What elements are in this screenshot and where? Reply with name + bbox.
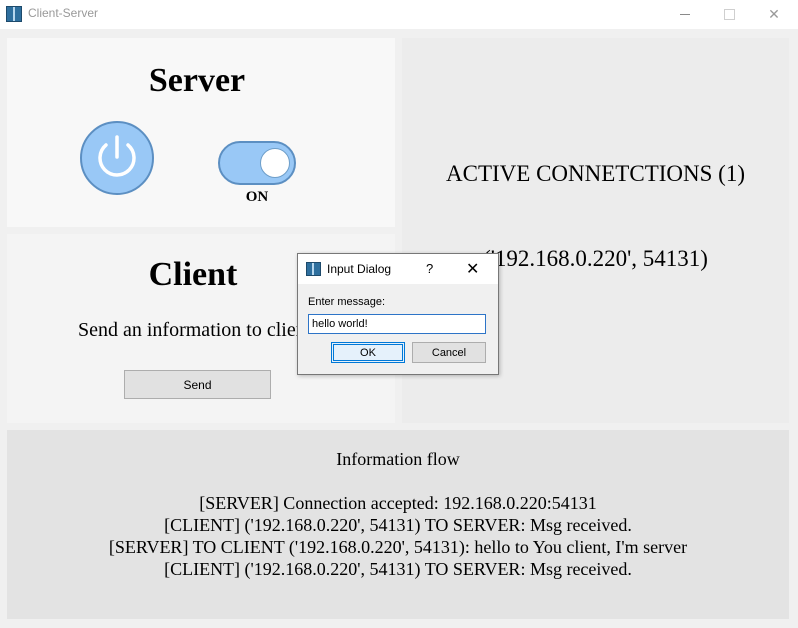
window-titlebar: Client-Server ✕ — [0, 0, 798, 29]
close-icon: ✕ — [466, 261, 480, 278]
dialog-title: Input Dialog — [327, 262, 392, 276]
close-button[interactable]: ✕ — [751, 0, 797, 29]
server-heading: Server — [148, 62, 246, 99]
log-line: [SERVER] Connection accepted: 192.168.0.… — [199, 493, 597, 513]
dialog-titlebar: Input Dialog ? ✕ — [298, 254, 498, 284]
help-button[interactable]: ? — [426, 261, 433, 276]
toggle-knob — [260, 148, 290, 178]
power-icon — [98, 135, 136, 177]
client-description: Send an information to client — [78, 319, 312, 341]
input-dialog: Input Dialog ? ✕ Enter message: OK Cance… — [297, 253, 499, 375]
maximize-button[interactable] — [706, 0, 752, 29]
server-toggle-switch[interactable] — [218, 141, 296, 185]
minimize-icon — [680, 14, 690, 15]
information-flow-log: [SERVER] Connection accepted: 192.168.0.… — [7, 492, 789, 580]
toggle-state-label: ON — [245, 189, 269, 205]
power-button[interactable] — [80, 121, 154, 195]
server-panel: Server ON — [7, 38, 395, 227]
app-window-icon — [6, 6, 22, 22]
dialog-prompt-label: Enter message: — [308, 296, 386, 308]
window-title: Client-Server — [28, 6, 99, 20]
dialog-window-icon — [306, 262, 321, 276]
maximize-icon — [723, 9, 735, 20]
minimize-button[interactable] — [662, 0, 708, 29]
dialog-close-button[interactable]: ✕ — [466, 259, 479, 279]
connections-heading: ACTIVE CONNETCTIONS (1) — [446, 161, 745, 186]
cancel-button[interactable]: Cancel — [412, 342, 486, 363]
message-input[interactable] — [308, 314, 486, 334]
close-icon: ✕ — [768, 6, 780, 22]
information-flow-panel: Information flow [SERVER] Connection acc… — [7, 430, 789, 619]
log-line: [CLIENT] ('192.168.0.220', 54131) TO SER… — [164, 515, 632, 535]
log-line: [CLIENT] ('192.168.0.220', 54131) TO SER… — [164, 559, 632, 579]
information-flow-heading: Information flow — [336, 449, 460, 469]
log-line: [SERVER] TO CLIENT ('192.168.0.220', 541… — [108, 537, 688, 557]
send-button[interactable]: Send — [124, 370, 271, 399]
ok-button[interactable]: OK — [331, 342, 405, 363]
